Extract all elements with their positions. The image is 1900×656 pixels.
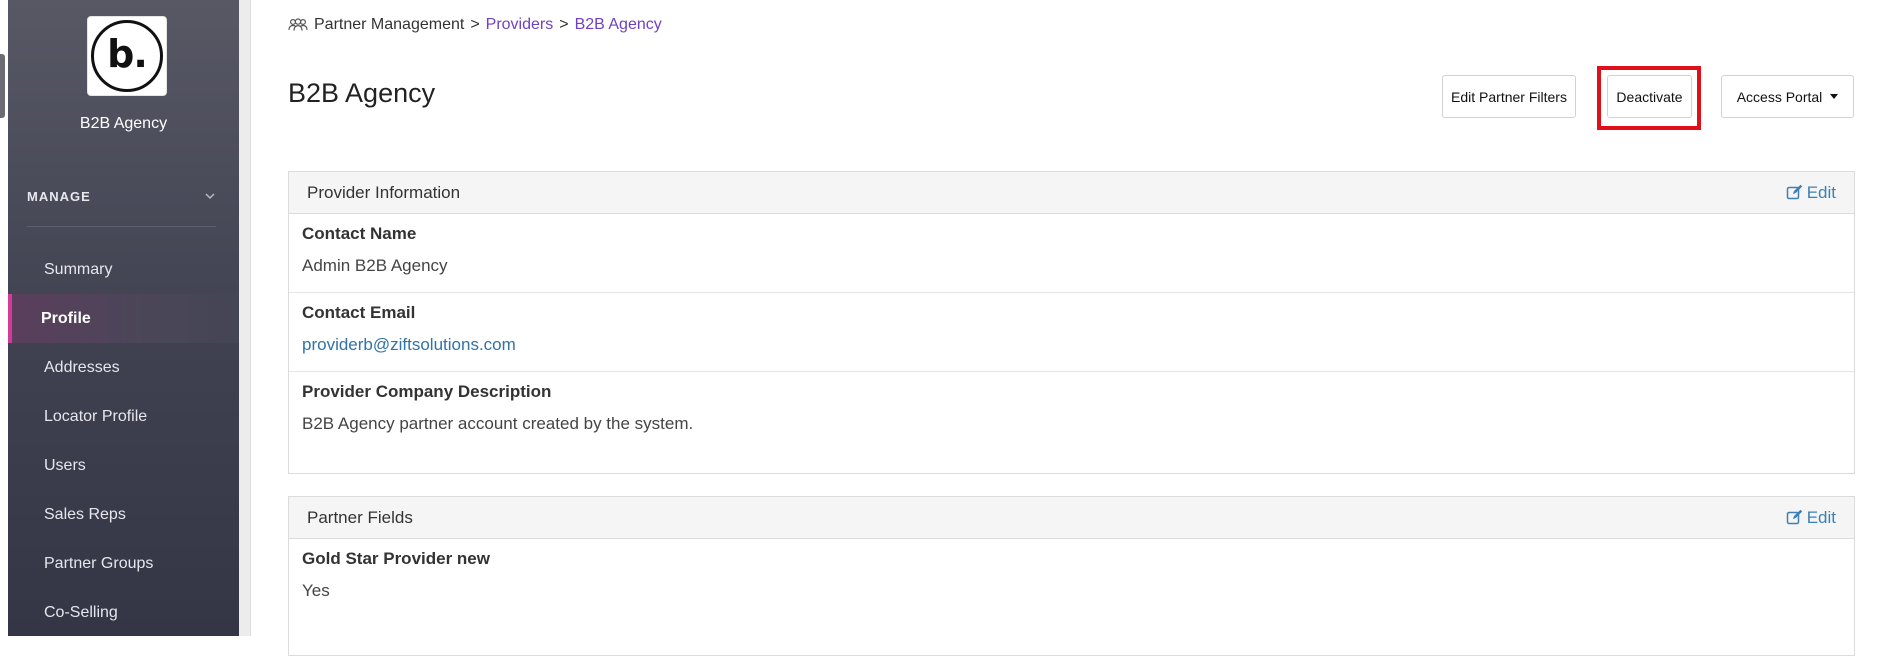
sidebar-item-locator-profile[interactable]: Locator Profile bbox=[8, 392, 239, 441]
contact-email-link[interactable]: providerb@ziftsolutions.com bbox=[302, 335, 1841, 355]
breadcrumb: Partner Management > Providers > B2B Age… bbox=[288, 16, 662, 34]
panel-header: Provider Information Edit bbox=[289, 172, 1854, 214]
sidebar-item-sales-reps[interactable]: Sales Reps bbox=[8, 490, 239, 539]
field-gold-star-provider: Gold Star Provider new Yes bbox=[289, 539, 1854, 618]
edit-icon bbox=[1786, 509, 1802, 525]
edit-label: Edit bbox=[1806, 507, 1836, 527]
deactivate-button[interactable]: Deactivate bbox=[1607, 75, 1692, 118]
sidebar-item-users[interactable]: Users bbox=[8, 441, 239, 490]
sidebar-item-label: Partner Groups bbox=[44, 554, 154, 572]
breadcrumb-separator: > bbox=[470, 16, 480, 33]
field-value: Yes bbox=[302, 581, 330, 600]
provider-information-panel: Provider Information Edit Contact Name A… bbox=[288, 171, 1855, 474]
breadcrumb-root: Partner Management bbox=[314, 16, 465, 33]
sidebar-item-label: Sales Reps bbox=[44, 505, 126, 523]
field-label: Gold Star Provider new bbox=[302, 549, 490, 568]
manage-section-toggle[interactable]: MANAGE bbox=[27, 189, 216, 227]
people-icon bbox=[288, 18, 308, 31]
page-title: B2B Agency bbox=[288, 78, 436, 108]
sidebar-item-label: Summary bbox=[44, 260, 113, 278]
sidebar-item-profile[interactable]: Profile bbox=[8, 294, 239, 343]
sidebar-nav: Summary Profile Addresses Locator Profil… bbox=[8, 245, 239, 637]
panel-header: Partner Fields Edit bbox=[289, 497, 1854, 539]
sidebar: b. B2B Agency MANAGE Summary Profile Add… bbox=[8, 0, 239, 636]
sidebar-item-co-selling[interactable]: Co-Selling bbox=[8, 588, 239, 637]
sidebar-item-label: Users bbox=[44, 456, 86, 474]
edit-partner-fields-link[interactable]: Edit bbox=[1786, 508, 1836, 528]
field-value: Admin B2B Agency bbox=[302, 256, 448, 275]
manage-section-label: MANAGE bbox=[27, 189, 91, 204]
field-contact-email: Contact Email providerb@ziftsolutions.co… bbox=[289, 293, 1854, 372]
breadcrumb-separator: > bbox=[559, 16, 569, 33]
edit-icon bbox=[1786, 184, 1802, 200]
field-label: Contact Email bbox=[302, 303, 416, 322]
field-label: Provider Company Description bbox=[302, 382, 552, 401]
org-logo: b. bbox=[87, 16, 167, 96]
breadcrumb-providers-link[interactable]: Providers bbox=[486, 16, 554, 34]
field-contact-name: Contact Name Admin B2B Agency bbox=[289, 214, 1854, 293]
breadcrumb-current[interactable]: B2B Agency bbox=[575, 16, 662, 34]
panel-title: Provider Information bbox=[307, 182, 461, 202]
panel-title: Partner Fields bbox=[307, 507, 413, 527]
sidebar-item-partner-groups[interactable]: Partner Groups bbox=[8, 539, 239, 588]
sidebar-item-label: Locator Profile bbox=[44, 407, 148, 425]
edit-partner-filters-button[interactable]: Edit Partner Filters bbox=[1442, 75, 1576, 118]
caret-down-icon bbox=[1830, 94, 1839, 99]
field-company-description: Provider Company Description B2B Agency … bbox=[289, 372, 1854, 451]
access-portal-dropdown[interactable]: Access Portal bbox=[1721, 75, 1854, 118]
field-value: B2B Agency partner account created by th… bbox=[302, 414, 694, 433]
partner-fields-panel: Partner Fields Edit Gold Star Provider n… bbox=[288, 496, 1855, 656]
sidebar-item-label: Addresses bbox=[44, 358, 120, 376]
sidebar-item-label: Co-Selling bbox=[44, 603, 118, 621]
edit-provider-info-link[interactable]: Edit bbox=[1786, 183, 1836, 203]
main-content: Partner Management > Providers > B2B Age… bbox=[251, 0, 1900, 656]
sidebar-item-summary[interactable]: Summary bbox=[8, 245, 239, 294]
sidebar-item-addresses[interactable]: Addresses bbox=[8, 343, 239, 392]
collapse-handle[interactable] bbox=[0, 54, 5, 118]
field-label: Contact Name bbox=[302, 224, 417, 243]
chevron-down-icon bbox=[205, 193, 215, 200]
logo-mark: b. bbox=[91, 20, 163, 92]
sidebar-item-label: Profile bbox=[41, 309, 91, 327]
access-portal-label: Access Portal bbox=[1736, 88, 1823, 105]
org-name: B2B Agency bbox=[79, 115, 168, 132]
sidebar-divider bbox=[239, 0, 251, 636]
edit-label: Edit bbox=[1806, 182, 1836, 202]
